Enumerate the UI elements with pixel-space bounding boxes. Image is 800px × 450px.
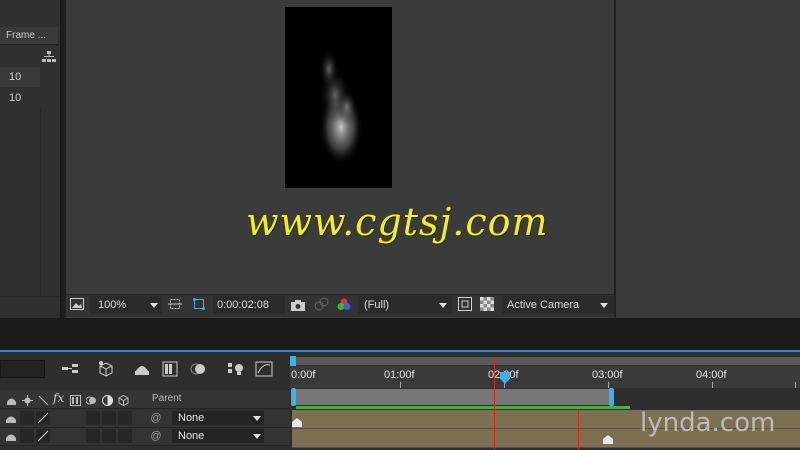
transparency-grid-icon[interactable]	[192, 297, 206, 311]
shy-layers-icon[interactable]	[132, 359, 152, 379]
time-navigator[interactable]	[292, 357, 800, 365]
collapse-transform-icon[interactable]	[22, 393, 33, 406]
resolution-value: (Full)	[364, 299, 390, 311]
work-area-bar[interactable]	[294, 389, 612, 405]
frame-blending-icon[interactable]	[160, 359, 180, 379]
3d-layer-icon[interactable]	[118, 393, 129, 407]
chevron-down-icon	[253, 434, 261, 439]
ruler-label: 01:00f	[384, 369, 415, 381]
parent-dropdown[interactable]: None	[172, 411, 264, 425]
adjustment-switch[interactable]	[102, 411, 116, 425]
ruler-tick	[795, 382, 796, 388]
color-channels-icon[interactable]	[336, 297, 352, 311]
shy-icon[interactable]	[6, 393, 17, 405]
motion-blur-icon[interactable]	[188, 359, 208, 379]
current-time-display[interactable]: 0:00:02:08	[213, 296, 285, 314]
timeline-tab-bar	[0, 318, 800, 348]
snapshot-icon[interactable]	[70, 297, 84, 311]
shy-icon[interactable]	[5, 430, 17, 442]
brainstorm-icon[interactable]	[226, 359, 246, 379]
show-snapshot-icon[interactable]	[314, 297, 330, 311]
effects-icon[interactable]: fx	[53, 391, 64, 405]
work-area-start-handle[interactable]	[291, 388, 296, 406]
ruler-tick	[608, 382, 609, 388]
ruler-label: 0:00f	[291, 369, 316, 381]
fast-previews-icon[interactable]	[458, 297, 472, 311]
composition-canvas[interactable]	[285, 7, 392, 188]
right-panel	[616, 0, 800, 318]
chevron-down-icon	[253, 416, 261, 421]
frame-column-header[interactable]: Frame ...	[0, 27, 58, 45]
chevron-down-icon	[150, 303, 158, 308]
navigator-start-handle[interactable]	[290, 356, 296, 366]
camera-view-dropdown[interactable]: Active Camera	[502, 296, 614, 314]
ruler-tick	[400, 382, 401, 388]
checkerboard-icon[interactable]	[480, 297, 494, 311]
list-item[interactable]: 10	[0, 88, 40, 108]
list-item[interactable]: 10	[0, 67, 40, 87]
pick-whip-icon[interactable]: @	[150, 430, 162, 442]
comp-flowchart-icon[interactable]	[60, 359, 80, 379]
3d-switch[interactable]	[118, 429, 132, 443]
parent-dropdown[interactable]: None	[172, 429, 264, 443]
panel-divider	[0, 296, 60, 297]
project-panel	[0, 0, 61, 318]
collapse-switch[interactable]	[20, 411, 34, 425]
watermark-text: www.cgtsj.com	[246, 200, 549, 244]
zoom-value: 100%	[98, 299, 127, 311]
time-marker-line	[578, 410, 579, 450]
column-divider	[40, 108, 41, 296]
motion-blur-switch-icon[interactable]	[85, 393, 97, 405]
brand-watermark: lynda.com	[640, 408, 776, 438]
pick-whip-icon[interactable]: @	[150, 412, 162, 424]
adjustment-switch[interactable]	[102, 429, 116, 443]
ruler-label: 04:00f	[696, 369, 727, 381]
collapse-switch[interactable]	[20, 429, 34, 443]
adjustment-layer-icon[interactable]	[102, 393, 113, 406]
motion-blur-switch[interactable]	[86, 429, 100, 443]
work-area-end-handle[interactable]	[609, 388, 614, 406]
layer-search-input[interactable]	[0, 360, 45, 378]
motion-blur-switch[interactable]	[86, 411, 100, 425]
flowchart-icon[interactable]	[42, 50, 56, 62]
quality-switch[interactable]	[36, 429, 50, 443]
camera-view-value: Active Camera	[507, 299, 580, 311]
chevron-down-icon	[600, 303, 608, 308]
3d-switch[interactable]	[118, 411, 132, 425]
parent-column-label: Parent	[152, 393, 182, 404]
chevron-down-icon	[439, 303, 447, 308]
draft-3d-icon[interactable]	[96, 359, 116, 379]
ruler-label: 03:00f	[592, 369, 623, 381]
ruler-tick	[712, 382, 713, 388]
region-of-interest-icon[interactable]	[168, 297, 182, 311]
parent-value: None	[178, 412, 205, 424]
parent-value: None	[178, 430, 205, 442]
camera-icon[interactable]	[290, 298, 306, 311]
frame-blend-icon[interactable]	[70, 393, 81, 406]
current-time-indicator-line	[494, 357, 495, 450]
quality-icon[interactable]	[38, 393, 49, 406]
resolution-dropdown[interactable]: (Full)	[358, 296, 452, 314]
shy-icon[interactable]	[5, 412, 17, 424]
graph-editor-icon[interactable]	[254, 359, 274, 379]
cached-frames-bar	[296, 406, 630, 409]
quality-switch[interactable]	[36, 411, 50, 425]
